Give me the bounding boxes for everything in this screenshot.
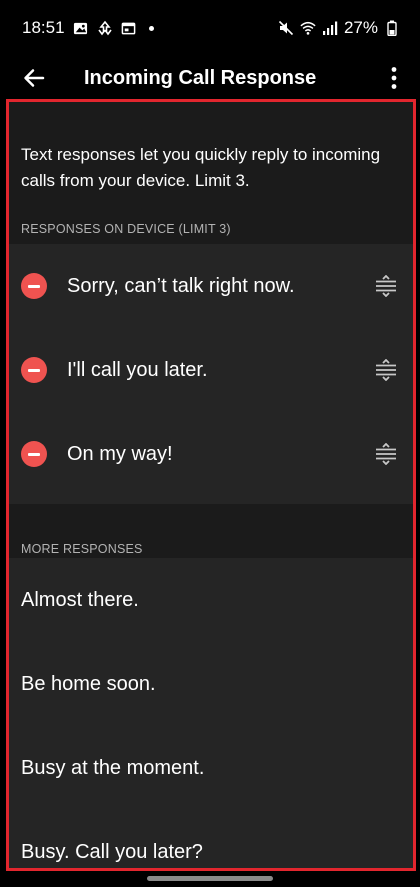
drag-handle-icon[interactable] bbox=[375, 443, 397, 465]
more-responses-list: Almost there. Be home soon. Busy at the … bbox=[9, 558, 413, 868]
more-section-header: MORE RESPONSES bbox=[21, 542, 143, 556]
remove-response-button[interactable] bbox=[21, 441, 47, 467]
content-area: Text responses let you quickly reply to … bbox=[6, 99, 416, 871]
calendar-icon bbox=[121, 20, 137, 36]
more-options-button[interactable] bbox=[382, 58, 406, 98]
drag-handle-icon[interactable] bbox=[375, 275, 397, 297]
device-response-row[interactable]: Sorry, can’t talk right now. bbox=[9, 244, 413, 328]
status-right: 27% bbox=[278, 18, 400, 38]
drag-handle-icon[interactable] bbox=[375, 359, 397, 381]
status-bar: 18:51 27% bbox=[0, 0, 420, 56]
more-response-item[interactable]: Busy at the moment. bbox=[9, 726, 413, 810]
remove-response-button[interactable] bbox=[21, 357, 47, 383]
screen: 18:51 27% Incoming Call Response Text re… bbox=[0, 0, 420, 887]
device-responses-list: Sorry, can’t talk right now. I'll call y… bbox=[9, 244, 413, 504]
gesture-nav-bar[interactable] bbox=[147, 876, 273, 881]
more-vertical-icon bbox=[391, 67, 397, 89]
device-section-header: RESPONSES ON DEVICE (LIMIT 3) bbox=[21, 222, 231, 236]
more-response-item[interactable]: Be home soon. bbox=[9, 642, 413, 726]
minus-icon bbox=[28, 284, 40, 288]
remove-response-button[interactable] bbox=[21, 273, 47, 299]
notification-dot-icon bbox=[148, 25, 154, 31]
sync-icon bbox=[97, 20, 113, 36]
battery-icon bbox=[384, 20, 400, 36]
back-arrow-icon bbox=[24, 69, 45, 87]
wifi-icon bbox=[300, 20, 316, 36]
section-divider bbox=[9, 504, 413, 532]
more-response-item[interactable]: Busy. Call you later? bbox=[9, 810, 413, 868]
image-icon bbox=[73, 20, 89, 36]
device-response-row[interactable]: I'll call you later. bbox=[9, 328, 413, 412]
minus-icon bbox=[28, 368, 40, 372]
back-button[interactable] bbox=[14, 58, 54, 98]
minus-icon bbox=[28, 452, 40, 456]
status-left: 18:51 bbox=[22, 18, 154, 38]
status-time: 18:51 bbox=[22, 18, 65, 37]
battery-percent: 27% bbox=[343, 18, 378, 37]
device-response-text: On my way! bbox=[67, 442, 173, 465]
more-response-item[interactable]: Almost there. bbox=[9, 558, 413, 642]
signal-icon bbox=[322, 20, 338, 36]
device-response-row[interactable]: On my way! bbox=[9, 412, 413, 496]
page-title: Incoming Call Response bbox=[84, 66, 317, 89]
device-response-text: Sorry, can’t talk right now. bbox=[67, 274, 295, 297]
device-response-text: I'll call you later. bbox=[67, 358, 208, 381]
mute-icon bbox=[278, 20, 294, 36]
app-bar: Incoming Call Response bbox=[0, 56, 420, 100]
intro-text: Text responses let you quickly reply to … bbox=[21, 145, 381, 190]
